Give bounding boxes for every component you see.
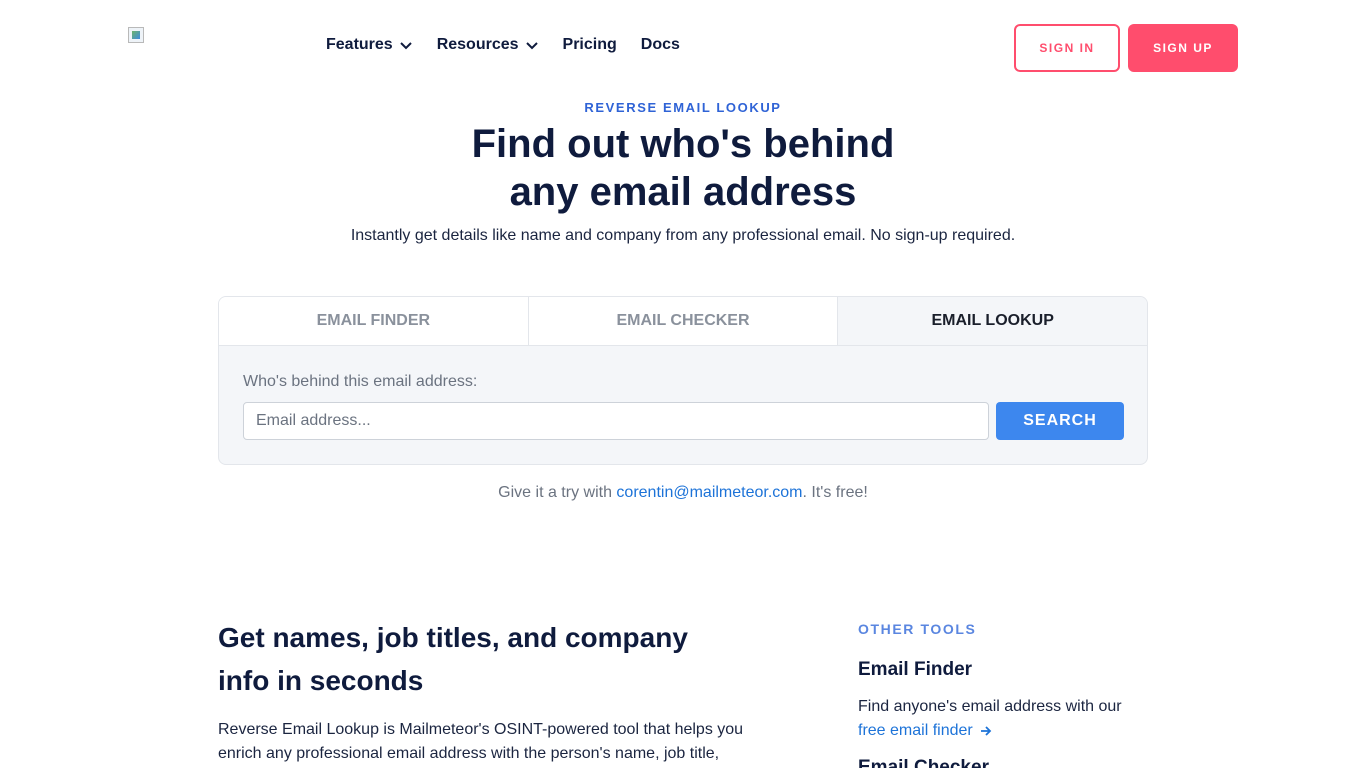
other-tools-eyebrow: OTHER TOOLS	[858, 621, 977, 637]
try-suffix: . It's free!	[802, 484, 868, 501]
hero-title-line2: any email address	[509, 170, 857, 214]
section-body: Reverse Email Lookup is Mailmeteor's OSI…	[218, 718, 758, 766]
tab-email-lookup[interactable]: EMAIL LOOKUP	[838, 297, 1147, 345]
nav-resources-label: Resources	[436, 36, 519, 53]
nav-features[interactable]: Features	[326, 36, 413, 54]
hero-title-line1: Find out who's behind	[471, 122, 895, 166]
sign-up-button[interactable]: SIGN UP	[1128, 24, 1238, 72]
hero-eyebrow: REVERSE EMAIL LOOKUP	[584, 100, 782, 115]
chevron-down-icon	[399, 42, 412, 50]
nav-pricing[interactable]: Pricing	[563, 36, 617, 54]
arrow-right-icon	[980, 726, 991, 736]
logo-image[interactable]	[128, 27, 144, 43]
chevron-down-icon	[525, 42, 538, 50]
lookup-tool-card: EMAIL FINDER EMAIL CHECKER EMAIL LOOKUP …	[218, 296, 1148, 465]
other-tool-title: Email Finder	[858, 659, 973, 680]
nav-docs[interactable]: Docs	[641, 36, 680, 54]
nav-resources[interactable]: Resources	[437, 36, 539, 54]
section-title: Get names, job titles, and company info …	[218, 616, 758, 702]
email-input-label: Who's behind this email address:	[243, 373, 478, 390]
search-button[interactable]: SEARCH	[996, 402, 1124, 440]
section-title-line1: Get names, job titles, and company	[218, 622, 688, 653]
try-prefix: Give it a try with	[498, 484, 617, 501]
other-tool-desc-text: Find anyone's email address with our	[858, 698, 1122, 715]
nav-features-label: Features	[326, 36, 393, 53]
tab-email-checker[interactable]: EMAIL CHECKER	[528, 297, 839, 345]
other-tool-desc: Find anyone's email address with our fre…	[858, 695, 1158, 743]
nav-links: Features Resources Pricing Docs	[326, 36, 704, 54]
try-email-link[interactable]: corentin@mailmeteor.com	[616, 484, 802, 501]
section-title-line2: info in seconds	[218, 665, 424, 696]
other-tool-title: Email Checker	[858, 757, 989, 768]
free-email-finder-link[interactable]: free email finder	[858, 719, 993, 743]
section-body-line1: Reverse Email Lookup is Mailmeteor's OSI…	[218, 721, 744, 738]
sign-in-button[interactable]: SIGN IN	[1014, 24, 1120, 72]
hero-title: Find out who's behind any email address	[0, 120, 1366, 216]
email-input[interactable]	[243, 402, 989, 440]
section-body-line2: enrich any professional email address wi…	[218, 745, 720, 762]
top-nav: Features Resources Pricing Docs SIGN IN …	[0, 0, 1366, 95]
tool-tabs: EMAIL FINDER EMAIL CHECKER EMAIL LOOKUP	[219, 297, 1147, 346]
free-email-finder-link-label: free email finder	[858, 722, 973, 739]
hero-subtitle: Instantly get details like name and comp…	[350, 227, 1016, 244]
tab-email-finder[interactable]: EMAIL FINDER	[219, 297, 529, 345]
try-hint: Give it a try with corentin@mailmeteor.c…	[0, 484, 1366, 502]
